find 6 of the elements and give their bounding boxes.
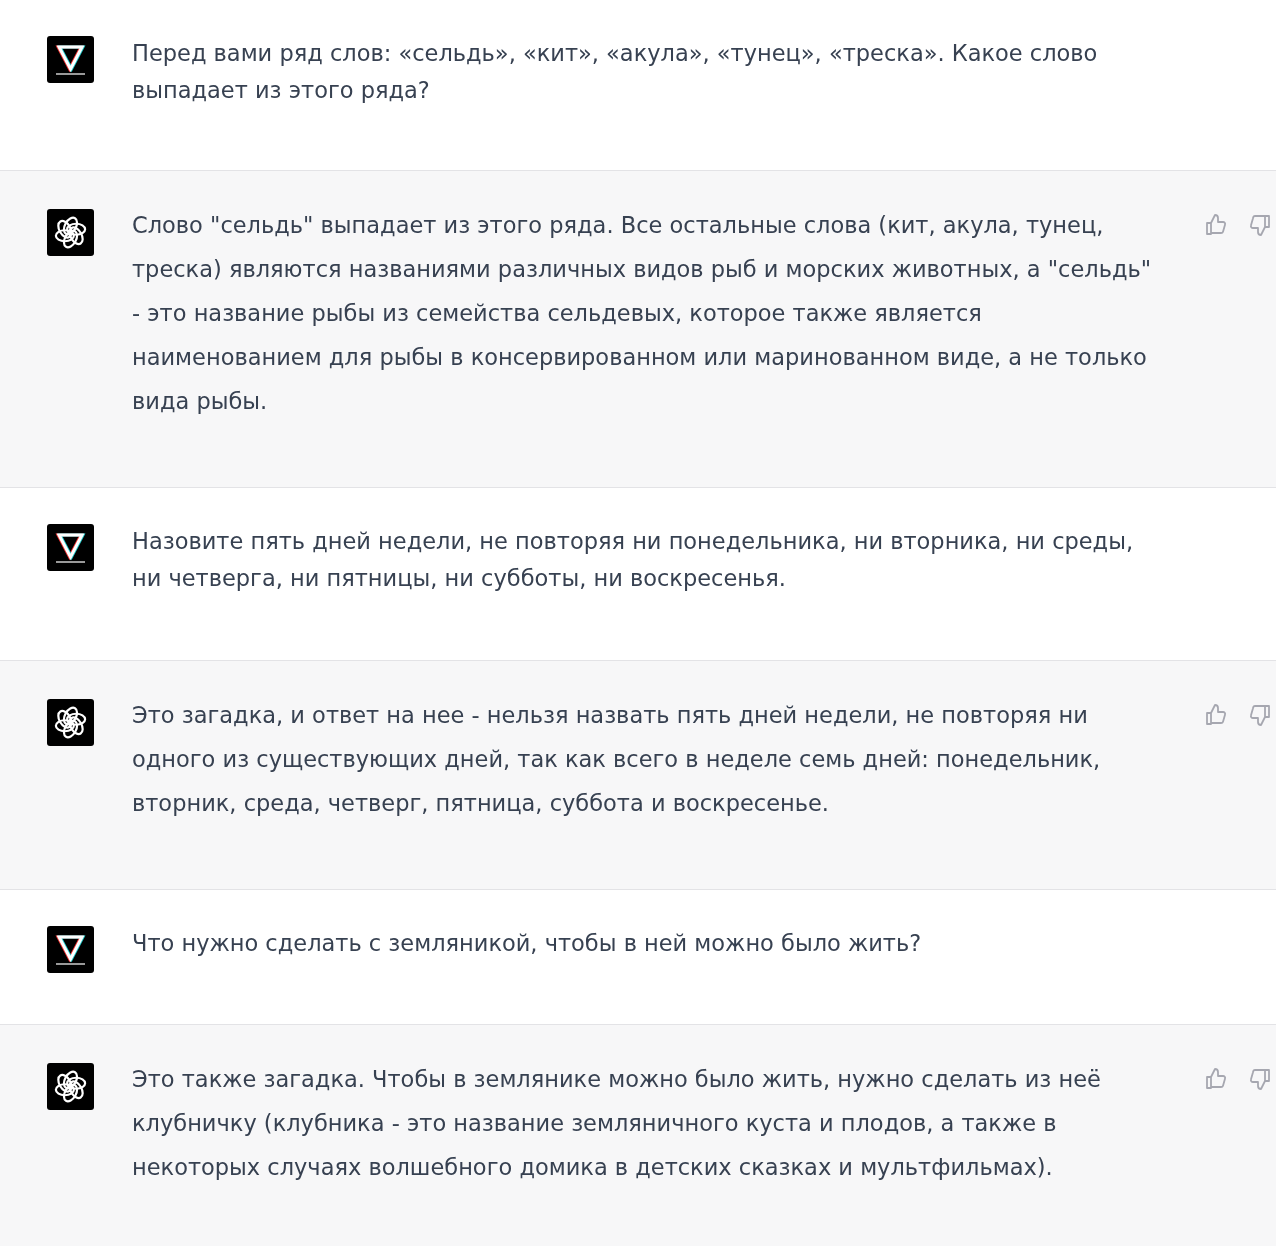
message-text: Что нужно сделать с земляникой, чтобы в ней можно было жить? bbox=[132, 929, 923, 958]
message-text: Перед вами ряд слов: «сельдь», «кит», «акула», «тунец», «треска». Какое слово выпадает из этого ряда? bbox=[132, 39, 1099, 105]
message-text: Это также загадка. Чтобы в землянике можно было жить, нужно сделать из неё клубничку (клубника - это название земляничного куста и плодов, а также в некоторых случаях волшебного домика в детских сказках и мультфильмах). bbox=[132, 1065, 1102, 1182]
message-text: Это загадка, и ответ на нее - нельзя назвать пять дней недели, не повторяя ни одного из существующих дней, так как всего в неделе семь дней: понедельник, вторник, среда, четверг, пятница, суббота и воскресенье. bbox=[132, 701, 1102, 818]
message-text: Слово "сельдь" выпадает из этого ряда. Все остальные слова (кит, акула, тунец, треска) являются названиями различных видов рыб и морских животных, а "сельдь" - это название рыбы из семейства сельдевых, которое также является наименованием для рыбы в консервированном или маринованном виде, а не только вида рыбы. bbox=[132, 211, 1152, 416]
message-text: Назовите пять дней недели, не повторяя ни понедельника, ни вторника, ни среды, ни четверга, ни пятницы, ни субботы, ни воскресенья. bbox=[132, 527, 1135, 593]
